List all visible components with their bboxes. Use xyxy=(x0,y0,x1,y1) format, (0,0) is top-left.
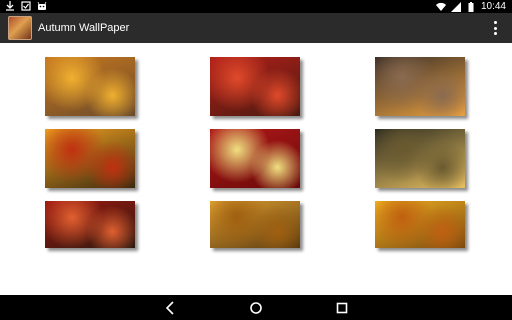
app-icon[interactable] xyxy=(8,16,32,40)
status-bar: 10:44 xyxy=(0,0,512,13)
wallpaper-red-forest-path[interactable] xyxy=(210,57,300,116)
wallpaper-leaves-on-dark-wood[interactable] xyxy=(375,129,465,188)
recents-icon[interactable] xyxy=(334,300,350,316)
android-icon xyxy=(37,1,47,10)
app-title: Autumn WallPaper xyxy=(38,22,130,34)
wallpaper-golden-park-trees[interactable] xyxy=(375,201,465,248)
back-icon[interactable] xyxy=(162,300,178,316)
battery-icon xyxy=(468,1,474,12)
home-icon[interactable] xyxy=(248,300,264,316)
status-time: 10:44 xyxy=(480,1,506,12)
checkbox-icon xyxy=(21,1,31,11)
wallpaper-sunlight-through-leaves[interactable] xyxy=(45,129,135,188)
signal-icon xyxy=(450,1,461,12)
download-icon xyxy=(6,1,14,11)
wallpaper-yellow-leaves-on-red[interactable] xyxy=(210,129,300,188)
wifi-icon xyxy=(435,2,446,11)
wallpaper-red-park-trees[interactable] xyxy=(45,201,135,248)
action-bar: Autumn WallPaper xyxy=(0,13,512,43)
wallpaper-golden-forest-road[interactable] xyxy=(210,201,300,248)
navigation-bar xyxy=(0,295,512,320)
wallpaper-grid xyxy=(0,43,512,295)
overflow-menu-icon[interactable] xyxy=(494,21,498,35)
wallpaper-leaves-on-wood[interactable] xyxy=(45,57,135,116)
wallpaper-leaf-on-log[interactable] xyxy=(375,57,465,116)
